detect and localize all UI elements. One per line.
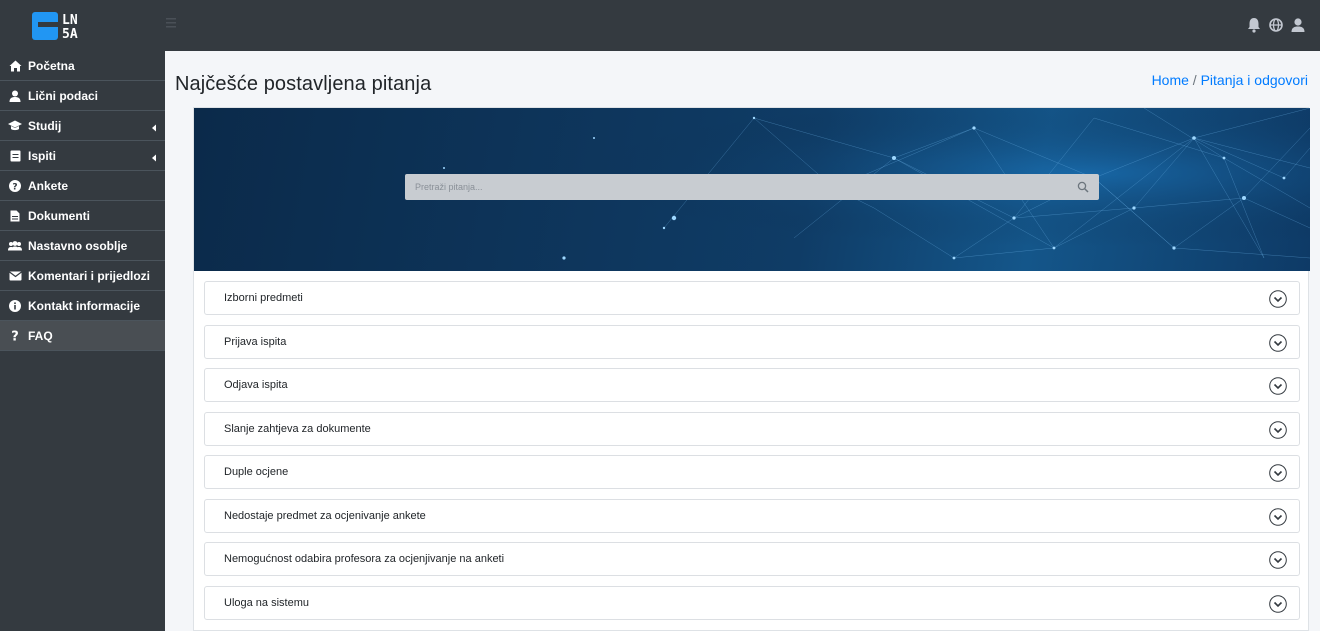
faq-item-izborni-predmeti[interactable]: Izborni predmeti [204,281,1300,315]
faq-item-odabir-profesora[interactable]: Nemogućnost odabira profesora za ocjenji… [204,542,1300,576]
sidebar-toggle-icon[interactable] [166,16,180,34]
question-circle-icon: ? [8,179,22,193]
graduation-cap-icon [8,119,22,133]
sidebar-item-label: Ankete [28,178,69,193]
faq-question: Slanje zahtjeva za dokumente [224,422,371,435]
search-input[interactable] [405,174,1065,200]
sidebar-item-nastavno-osoblje[interactable]: Nastavno osoblje [0,231,165,261]
chevron-down-icon[interactable] [1269,377,1287,395]
sidebar-item-label: Dokumenti [28,208,91,223]
page-title: Najčešće postavljena pitanja [175,73,432,95]
faq-question: Uloga na sistemu [224,596,309,609]
envelope-icon [8,269,22,283]
question-mark-icon: ? [8,329,22,343]
breadcrumb-home-link[interactable]: Home [1152,72,1189,88]
chevron-down-icon[interactable] [1269,290,1287,308]
sidebar-item-pocetna[interactable]: Početna [0,51,165,81]
sidebar-item-dokumenti[interactable]: Dokumenti [0,201,165,231]
chevron-down-icon[interactable] [1269,551,1287,569]
faq-item-odjava-ispita[interactable]: Odjava ispita [204,368,1300,402]
breadcrumb-separator: / [1188,72,1201,88]
caret-left-icon [151,121,157,132]
bell-icon[interactable] [1246,16,1262,34]
sidebar: Početna Lični podaci Studij Ispiti ? Ank… [0,51,165,631]
hero-banner [194,108,1310,271]
sidebar-item-label: Početna [28,58,75,73]
search-box [405,174,1099,200]
sidebar-item-label: Kontakt informacije [28,298,141,313]
sidebar-item-label: Nastavno osoblje [28,238,128,253]
svg-text:?: ? [11,330,19,343]
brand-logo[interactable]: LN 5A [28,10,100,42]
chevron-down-icon[interactable] [1269,464,1287,482]
user-icon[interactable] [1290,16,1306,34]
sidebar-item-kontakt[interactable]: Kontakt informacije [0,291,165,321]
breadcrumb: Home / Pitanja i odgovori [1152,72,1308,88]
users-icon [8,239,22,253]
faq-item-slanje-zahtjeva[interactable]: Slanje zahtjeva za dokumente [204,411,1300,446]
logo-text-bottom: 5A [62,27,78,42]
breadcrumb-current: Pitanja i odgovori [1200,72,1308,88]
logo-text-top: LN [62,13,78,28]
search-icon[interactable] [1077,180,1089,193]
faq-question: Prijava ispita [224,335,287,348]
faq-item-prijava-ispita[interactable]: Prijava ispita [204,324,1300,359]
info-circle-icon [8,299,22,313]
faq-question: Nedostaje predmet za ocjenivanje ankete [224,509,426,522]
faq-question: Odjava ispita [224,379,288,391]
faq-item-uloga-na-sistemu[interactable]: Uloga na sistemu [204,585,1300,620]
sidebar-item-faq[interactable]: ? FAQ [0,321,165,351]
faq-card: Izborni predmeti Prijava ispita Odjava i… [193,107,1310,631]
sidebar-item-licni-podaci[interactable]: Lični podaci [0,81,165,111]
faq-accordion: Izborni predmeti Prijava ispita Odjava i… [204,281,1300,629]
main-content: Najčešće postavljena pitanja Home / Pita… [165,51,1320,631]
faq-item-duple-ocjene[interactable]: Duple ocjene [204,455,1300,489]
document-icon [8,209,22,223]
exam-icon [8,149,22,163]
sidebar-item-label: FAQ [28,328,53,343]
sidebar-item-label: Komentari i prijedlozi [28,268,151,283]
sidebar-item-label: Ispiti [28,148,57,163]
sidebar-item-ankete[interactable]: ? Ankete [0,171,165,201]
faq-question: Izborni predmeti [224,292,303,304]
sidebar-item-label: Studij [28,118,62,133]
user-icon [8,89,22,103]
chevron-down-icon[interactable] [1269,594,1287,613]
svg-text:?: ? [12,182,17,192]
caret-left-icon [151,151,157,162]
home-icon [8,59,22,73]
chevron-down-icon[interactable] [1269,333,1287,352]
globe-icon[interactable] [1268,16,1284,34]
sidebar-item-komentari[interactable]: Komentari i prijedlozi [0,261,165,291]
top-navbar: LN 5A [0,0,1320,51]
chevron-down-icon[interactable] [1269,507,1287,526]
faq-question: Duple ocjene [224,466,289,478]
sidebar-item-ispiti[interactable]: Ispiti [0,141,165,171]
sidebar-item-label: Lični podaci [28,88,99,103]
faq-question: Nemogućnost odabira profesora za ocjenji… [224,553,505,565]
sidebar-item-studij[interactable]: Studij [0,111,165,141]
faq-item-nedostaje-predmet[interactable]: Nedostaje predmet za ocjenivanje ankete [204,498,1300,533]
chevron-down-icon[interactable] [1269,420,1287,439]
